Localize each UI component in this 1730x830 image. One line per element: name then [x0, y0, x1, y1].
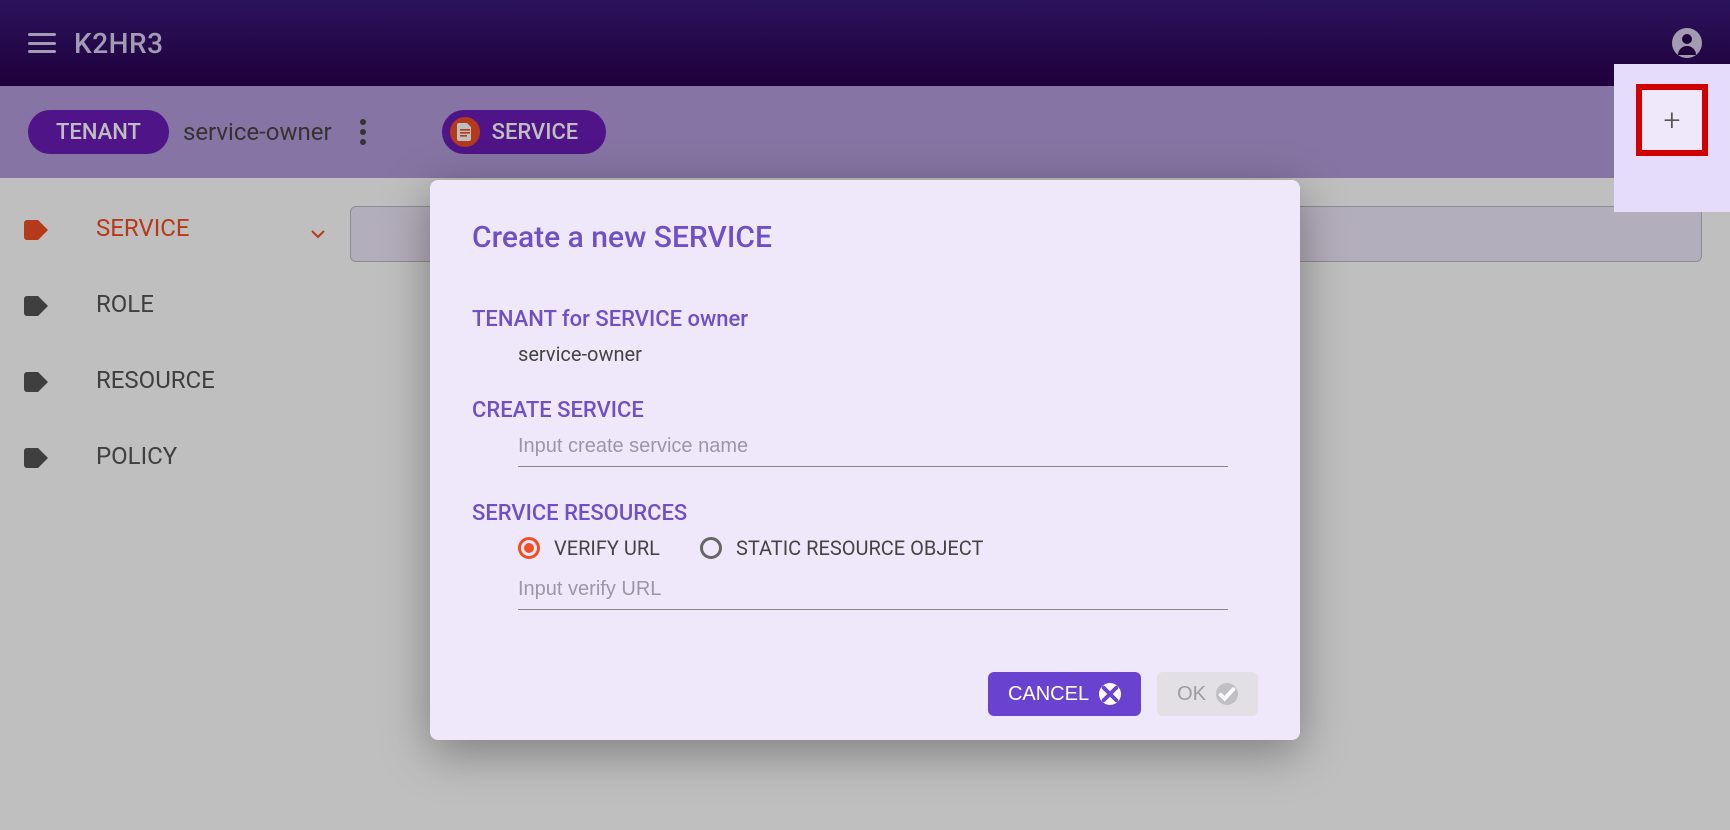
service-name-input[interactable] [518, 431, 1228, 467]
add-service-highlight: + [1614, 64, 1730, 212]
radio-static-resource[interactable]: STATIC RESOURCE OBJECT [700, 536, 983, 560]
tenant-section-label: TENANT for SERVICE owner [472, 307, 1258, 332]
radio-icon [518, 537, 540, 559]
verify-url-input[interactable] [518, 574, 1228, 610]
ok-button[interactable]: OK [1157, 672, 1258, 716]
create-service-dialog: Create a new SERVICE TENANT for SERVICE … [430, 180, 1300, 740]
dialog-actions: CANCEL OK [472, 672, 1258, 716]
create-section-label: CREATE SERVICE [472, 398, 1258, 423]
radio-icon [700, 537, 722, 559]
close-icon [1099, 683, 1121, 705]
cancel-button-label: CANCEL [1008, 683, 1089, 706]
radio-label: STATIC RESOURCE OBJECT [736, 536, 983, 560]
add-service-button[interactable]: + [1636, 84, 1708, 156]
tenant-value: service-owner [518, 342, 1258, 366]
resource-type-radio-group: VERIFY URL STATIC RESOURCE OBJECT [518, 536, 1258, 560]
radio-verify-url[interactable]: VERIFY URL [518, 536, 660, 560]
plus-icon: + [1664, 103, 1681, 138]
radio-label: VERIFY URL [554, 536, 660, 560]
check-icon [1216, 683, 1238, 705]
cancel-button[interactable]: CANCEL [988, 672, 1141, 716]
dialog-title: Create a new SERVICE [472, 220, 1258, 255]
ok-button-label: OK [1177, 683, 1206, 706]
resources-section-label: SERVICE RESOURCES [472, 501, 1258, 526]
